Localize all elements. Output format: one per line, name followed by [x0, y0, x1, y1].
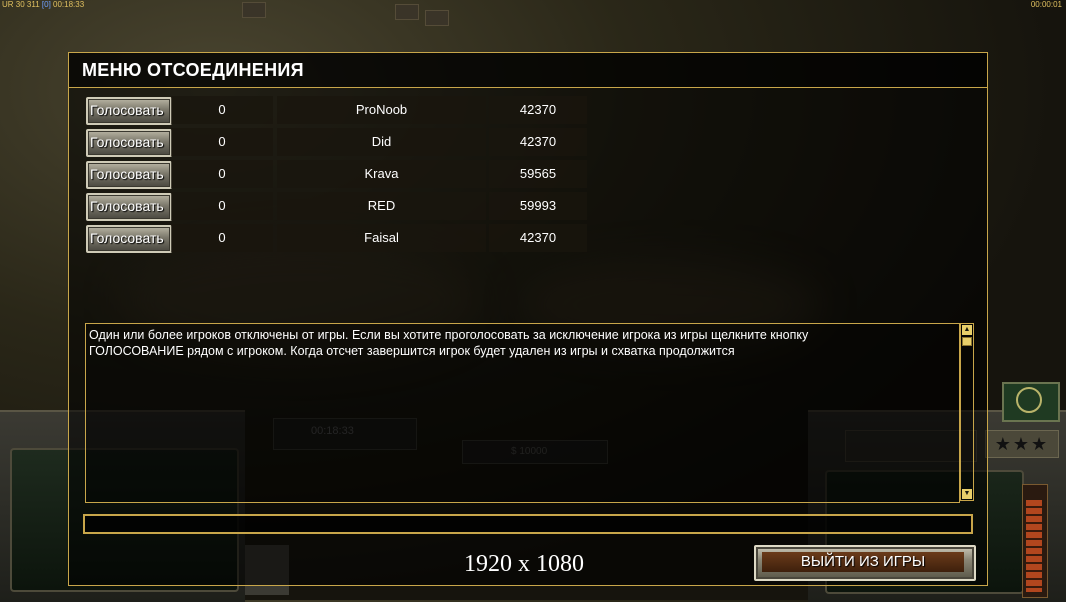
player-name: Did: [277, 128, 486, 156]
vote-button[interactable]: Голосовать: [86, 225, 172, 253]
quit-game-label: ВЫЙТИ ИЗ ИГРЫ: [762, 552, 964, 572]
player-name: ProNoob: [277, 96, 486, 124]
radar-button: [1002, 382, 1060, 422]
power-meter-fill: [1026, 500, 1042, 592]
player-row: Голосовать 0 Krava 59565: [69, 160, 987, 189]
vote-count: 0: [171, 96, 273, 124]
disconnect-message: Один или более игроков отключены от игры…: [89, 328, 809, 358]
disconnect-menu-dialog: МЕНЮ ОТСОЕДИНЕНИЯ Голосовать 0 ProNoob 4…: [68, 52, 988, 586]
vote-button[interactable]: Голосовать: [86, 97, 172, 125]
vote-button[interactable]: Голосовать: [86, 193, 172, 221]
vote-count: 0: [171, 160, 273, 188]
dialog-title: МЕНЮ ОТСОЕДИНЕНИЯ: [82, 60, 304, 80]
quit-game-button[interactable]: ВЫЙТИ ИЗ ИГРЫ: [754, 545, 976, 581]
dialog-title-bar: МЕНЮ ОТСОЕДИНЕНИЯ: [69, 53, 987, 88]
vote-count: 0: [171, 224, 273, 252]
vote-count: 0: [171, 128, 273, 156]
fps-info: UR 30 311 [0] 00:18:33: [2, 0, 85, 9]
player-ping: 59565: [489, 160, 587, 188]
player-name: Faisal: [277, 224, 486, 252]
session-timer: 00:00:01: [1030, 0, 1062, 9]
player-ping: 42370: [489, 96, 587, 124]
player-row: Голосовать 0 ProNoob 42370: [69, 96, 987, 125]
vote-button[interactable]: Голосовать: [86, 129, 172, 157]
scroll-thumb[interactable]: [962, 337, 972, 346]
message-scrollbar[interactable]: ▲ ▼: [960, 323, 974, 501]
message-box: Один или более игроков отключены от игры…: [85, 323, 960, 503]
vote-button[interactable]: Голосовать: [86, 161, 172, 189]
rank-star-icon: ★★★: [985, 430, 1059, 458]
chat-input[interactable]: [83, 514, 973, 534]
resolution-label: 1920 x 1080: [464, 551, 584, 577]
player-name: RED: [277, 192, 486, 220]
target-icon: [1016, 387, 1042, 413]
player-ping: 42370: [489, 128, 587, 156]
scroll-up-icon[interactable]: ▲: [962, 325, 972, 335]
player-ping: 42370: [489, 224, 587, 252]
player-row: Голосовать 0 Faisal 42370: [69, 224, 987, 253]
player-row: Голосовать 0 RED 59993: [69, 192, 987, 221]
player-ping: 59993: [489, 192, 587, 220]
vote-count: 0: [171, 192, 273, 220]
power-meter: [1022, 484, 1048, 598]
player-name: Krava: [277, 160, 486, 188]
scroll-down-icon[interactable]: ▼: [962, 489, 972, 499]
player-row: Голосовать 0 Did 42370: [69, 128, 987, 157]
